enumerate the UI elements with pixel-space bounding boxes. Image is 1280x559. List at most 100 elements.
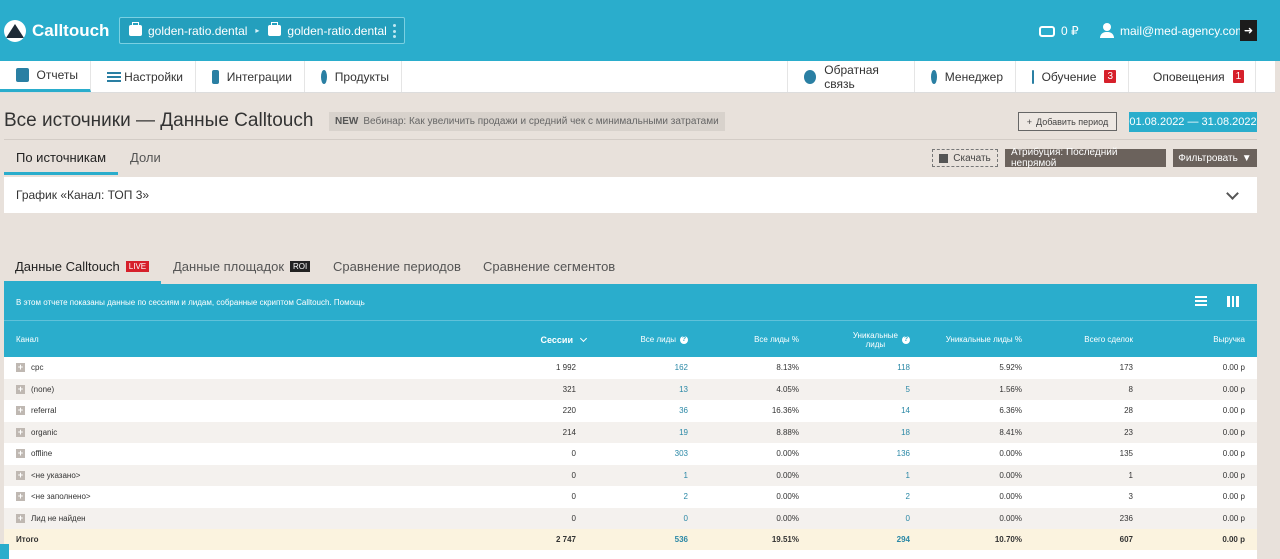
- balance-value: 0 ₽: [1061, 24, 1079, 38]
- cell-leads[interactable]: 13: [594, 379, 688, 401]
- menu-feedback[interactable]: Обратная связь: [787, 61, 915, 92]
- expand-plus-icon[interactable]: +: [16, 384, 25, 394]
- col-sessions[interactable]: Сессии: [484, 321, 588, 358]
- cell-leads[interactable]: 303: [594, 443, 688, 465]
- main-menu: Отчеты Настройки Интеграции Продукты Обр…: [0, 61, 1275, 93]
- project-selector[interactable]: golden-ratio.dental ▸ golden-ratio.denta…: [119, 17, 405, 44]
- sliders-icon: [107, 70, 122, 84]
- menu-education[interactable]: Обучение 3: [1016, 61, 1129, 92]
- cell-leads[interactable]: 2: [594, 486, 688, 508]
- cell-leads[interactable]: 0: [594, 508, 688, 530]
- cell-channel[interactable]: + Лид не найден: [16, 508, 86, 530]
- side-panel-handle[interactable]: [0, 544, 9, 559]
- cell-unique[interactable]: 136: [814, 443, 910, 465]
- expand-plus-icon[interactable]: +: [16, 406, 25, 416]
- tab-compare-periods[interactable]: Сравнение периодов: [333, 259, 461, 274]
- col-unique-leads-pct[interactable]: Уникальные лиды %: [924, 321, 1022, 358]
- cell-channel[interactable]: + (none): [16, 379, 54, 401]
- cell-channel[interactable]: + organic: [16, 422, 57, 444]
- news-banner[interactable]: NEW Вебинар: Как увеличить продажи и сре…: [329, 112, 725, 131]
- expand-plus-icon[interactable]: +: [16, 492, 25, 502]
- cell-sessions: 321: [562, 384, 576, 394]
- expand-plus-icon[interactable]: +: [16, 470, 25, 480]
- cell-unique[interactable]: 2: [814, 486, 910, 508]
- add-period-button[interactable]: + Добавить период: [1018, 112, 1117, 131]
- graph-panel[interactable]: График «Канал: ТОП 3»: [4, 177, 1257, 213]
- cell-leads[interactable]: 36: [594, 400, 688, 422]
- cell-deals: 173: [1119, 363, 1133, 373]
- menu-products[interactable]: Продукты: [305, 61, 402, 92]
- help-icon[interactable]: ?: [680, 335, 688, 344]
- expand-plus-icon[interactable]: +: [16, 427, 25, 437]
- more-vertical-icon[interactable]: [393, 24, 396, 38]
- cell-channel[interactable]: + referral: [16, 400, 56, 422]
- cell-unique[interactable]: 0: [814, 508, 910, 530]
- funnel-icon: ▼: [1241, 152, 1252, 164]
- table-row[interactable]: + Лид не найден 0 0 0.00% 0 0.00% 236 0.00 р: [4, 507, 1257, 530]
- tab-shares[interactable]: Доли: [130, 150, 161, 165]
- channel-label: organic: [31, 427, 58, 437]
- menu-settings[interactable]: Настройки: [91, 61, 196, 92]
- table-row[interactable]: + organic 214 19 8.88% 18 8.41% 23 0.00 р: [4, 421, 1257, 444]
- cell-channel[interactable]: + offline: [16, 443, 52, 465]
- cell-unique[interactable]: 14: [814, 400, 910, 422]
- channel-label: Лид не найден: [31, 513, 86, 523]
- cell-leads[interactable]: 19: [594, 422, 688, 444]
- total-unique[interactable]: 294: [814, 529, 910, 551]
- menu-manager[interactable]: Менеджер: [915, 61, 1016, 92]
- attribution-button[interactable]: Атрибуция: Последний непрямой: [1005, 147, 1166, 169]
- expand-plus-icon[interactable]: +: [16, 363, 25, 373]
- cell-channel[interactable]: + <не заполнено>: [16, 486, 91, 508]
- col-deals[interactable]: Всего сделок: [1034, 321, 1133, 358]
- menu-notifications[interactable]: Оповещения 1: [1129, 61, 1256, 92]
- col-revenue[interactable]: Выручка: [1144, 321, 1245, 358]
- table-row[interactable]: + <не заполнено> 0 2 0.00% 2 0.00% 3 0.00 р: [4, 486, 1257, 508]
- col-all-leads[interactable]: Все лиды ?: [594, 321, 688, 358]
- filter-label: Фильтровать: [1178, 152, 1238, 164]
- cell-sessions: 220: [562, 406, 576, 416]
- cell-channel[interactable]: + cpc: [16, 357, 43, 379]
- plus-icon: +: [1026, 116, 1032, 127]
- tab-by-source[interactable]: По источникам: [16, 150, 106, 165]
- table-row[interactable]: + referral 220 36 16.36% 14 6.36% 28 0.00 р: [4, 400, 1257, 422]
- download-button[interactable]: Скачать: [932, 149, 998, 167]
- coins-icon: [1039, 25, 1055, 37]
- cell-unique[interactable]: 18: [814, 422, 910, 444]
- table-row[interactable]: + cpc 1 992 162 8.13% 118 5.92% 173 0.00 р: [4, 357, 1257, 379]
- table-row[interactable]: + <не указано> 0 1 0.00% 1 0.00% 1 0.00 р: [4, 464, 1257, 487]
- calltouch-logo[interactable]: Calltouch: [4, 18, 109, 44]
- tab-calltouch-data[interactable]: Данные Calltouch LIVE: [15, 259, 150, 274]
- menu-reports[interactable]: Отчеты: [0, 61, 91, 92]
- graph-panel-title: График «Канал: ТОП 3»: [16, 188, 150, 202]
- tab-compare-segments[interactable]: Сравнение сегментов: [483, 259, 615, 274]
- expand-plus-icon[interactable]: +: [16, 449, 25, 459]
- help-icon[interactable]: ?: [902, 335, 910, 344]
- col-channel[interactable]: Канал: [16, 321, 39, 358]
- cell-leads[interactable]: 1: [594, 465, 688, 487]
- sort-lines-icon[interactable]: [1195, 296, 1207, 307]
- cell-channel[interactable]: + <не указано>: [16, 465, 80, 487]
- col-unique-leads[interactable]: Уникальные лиды ?: [814, 321, 910, 358]
- filter-button[interactable]: Фильтровать ▼: [1173, 149, 1257, 167]
- chevron-down-icon[interactable]: [1226, 187, 1239, 200]
- cell-unique[interactable]: 118: [814, 357, 910, 379]
- cell-leads[interactable]: 162: [594, 357, 688, 379]
- report-table: В этом отчете показаны данные по сессиям…: [4, 284, 1257, 559]
- date-range-picker[interactable]: 01.08.2022 — 31.08.2022: [1129, 112, 1257, 132]
- cell-unique[interactable]: 5: [814, 379, 910, 401]
- menu-manager-label: Менеджер: [944, 69, 1003, 84]
- col-all-leads-pct[interactable]: Все лиды %: [704, 321, 799, 358]
- menu-integrations[interactable]: Интеграции: [196, 61, 305, 92]
- table-row[interactable]: + (none) 321 13 4.05% 5 1.56% 8 0.00 р: [4, 378, 1257, 401]
- balance[interactable]: 0 ₽: [1039, 24, 1079, 38]
- columns-icon[interactable]: [1227, 296, 1239, 307]
- expand-plus-icon[interactable]: +: [16, 513, 25, 523]
- cell-revenue: 0.00 р: [1222, 449, 1245, 459]
- total-unique-pct: 10.70%: [994, 535, 1022, 545]
- tab-platforms-data[interactable]: Данные площадок ROI: [173, 259, 311, 274]
- user-menu[interactable]: mail@med-agency.com: [1100, 23, 1245, 38]
- total-leads[interactable]: 536: [594, 529, 688, 551]
- table-row[interactable]: + offline 0 303 0.00% 136 0.00% 135 0.00 р: [4, 443, 1257, 465]
- logout-icon[interactable]: ➜: [1240, 20, 1257, 41]
- cell-unique[interactable]: 1: [814, 465, 910, 487]
